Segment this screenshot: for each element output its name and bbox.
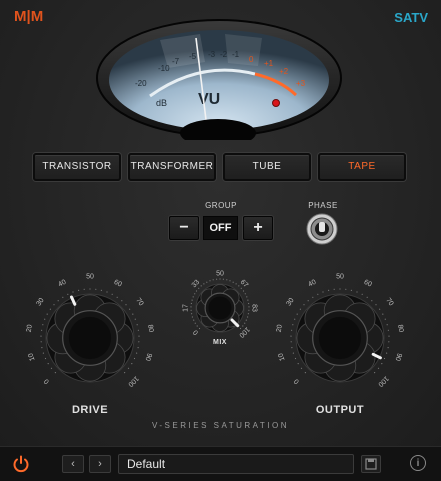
drive-scale-label: 50 bbox=[86, 274, 94, 281]
mix-scale-label: 50 bbox=[216, 271, 224, 278]
group-decrement-button[interactable]: − bbox=[169, 216, 199, 240]
meter-scale-label: +1 bbox=[264, 59, 274, 68]
meter-scale-label: -7 bbox=[172, 57, 180, 66]
mix-scale-label: 83 bbox=[251, 304, 258, 312]
drive-knob[interactable]: 0 10 20 30 40 50 60 70 80 90 100 bbox=[15, 266, 165, 406]
save-preset-button[interactable] bbox=[361, 455, 381, 473]
output-label: OUTPUT bbox=[315, 404, 365, 416]
meter-scale-label: +2 bbox=[279, 67, 289, 76]
output-scale-label: 40 bbox=[307, 279, 317, 289]
meter-scale-label: -10 bbox=[158, 64, 170, 73]
meter-scale-label: +3 bbox=[296, 79, 306, 88]
preset-selector[interactable]: Default bbox=[118, 454, 354, 474]
next-preset-button[interactable]: › bbox=[89, 455, 111, 473]
meter-scale-label: -1 bbox=[232, 50, 240, 59]
output-scale-label: 70 bbox=[384, 297, 394, 308]
mix-scale-label: 100 bbox=[237, 325, 250, 338]
drive-scale-label: 90 bbox=[143, 352, 152, 362]
output-scale-label: 20 bbox=[276, 324, 284, 333]
group-label: GROUP bbox=[205, 201, 237, 210]
meter-scale-label: -5 bbox=[189, 52, 197, 61]
drive-scale-label: 80 bbox=[146, 324, 154, 333]
drive-scale-label: 100 bbox=[126, 374, 139, 387]
output-scale-label: 60 bbox=[363, 279, 373, 289]
peak-led bbox=[272, 99, 280, 107]
mix-label: MIX bbox=[213, 339, 227, 346]
meter-unit: dB bbox=[156, 98, 167, 108]
series-name: V-SERIES SATURATION bbox=[152, 421, 289, 430]
drive-scale-label: 20 bbox=[26, 324, 34, 333]
mix-scale-label: 67 bbox=[239, 279, 250, 290]
mix-scale-label: 17 bbox=[183, 304, 190, 312]
mix-scale-label: 0 bbox=[192, 328, 200, 336]
meter-scale-label: -20 bbox=[135, 79, 147, 88]
power-icon[interactable] bbox=[12, 455, 30, 473]
drive-scale-label: 30 bbox=[35, 297, 45, 308]
save-icon bbox=[365, 458, 377, 470]
drive-scale-label: 10 bbox=[27, 352, 36, 362]
drive-scale-label: 70 bbox=[134, 297, 144, 308]
output-knob[interactable]: 0 10 20 30 40 50 60 70 80 90 100 bbox=[265, 266, 415, 406]
phase-label: PHASE bbox=[308, 201, 338, 210]
drive-label: DRIVE bbox=[71, 404, 109, 416]
vu-meter: -20-10-7-5 -3 -2 -10 +1+2+3 VU dB bbox=[96, 19, 342, 140]
output-scale-label: 90 bbox=[393, 352, 402, 362]
meter-scale-label: 0 bbox=[249, 55, 254, 64]
output-scale-label: 10 bbox=[277, 352, 286, 362]
mix-knob[interactable]: 0 17 33 50 67 83 100 bbox=[168, 260, 272, 346]
group-increment-button[interactable]: + bbox=[243, 216, 273, 240]
previous-preset-button[interactable]: ‹ bbox=[62, 455, 84, 473]
meter-scale-label: -3 bbox=[208, 50, 216, 59]
mode-button-tape[interactable]: TAPE bbox=[318, 153, 406, 181]
mix-scale-label: 33 bbox=[191, 279, 202, 290]
mode-button-tube[interactable]: TUBE bbox=[223, 153, 311, 181]
drive-scale-label: 60 bbox=[113, 279, 123, 289]
meter-title: VU bbox=[198, 91, 220, 108]
info-icon[interactable]: i bbox=[410, 455, 426, 471]
mode-button-transistor[interactable]: TRANSISTOR bbox=[33, 153, 121, 181]
phase-toggle-switch[interactable] bbox=[306, 213, 338, 245]
output-scale-label: 80 bbox=[396, 324, 404, 333]
output-scale-label: 0 bbox=[293, 377, 301, 385]
drive-scale-label: 0 bbox=[43, 377, 51, 385]
meter-scale-label: -2 bbox=[220, 50, 228, 59]
output-scale-label: 50 bbox=[336, 274, 344, 281]
mode-button-transformer[interactable]: TRANSFORMER bbox=[128, 153, 216, 181]
footer-bar: ‹ › Default i bbox=[0, 446, 441, 481]
group-value: OFF bbox=[203, 216, 238, 240]
output-scale-label: 30 bbox=[285, 297, 295, 308]
output-scale-label: 100 bbox=[376, 374, 389, 387]
drive-scale-label: 40 bbox=[57, 279, 67, 289]
